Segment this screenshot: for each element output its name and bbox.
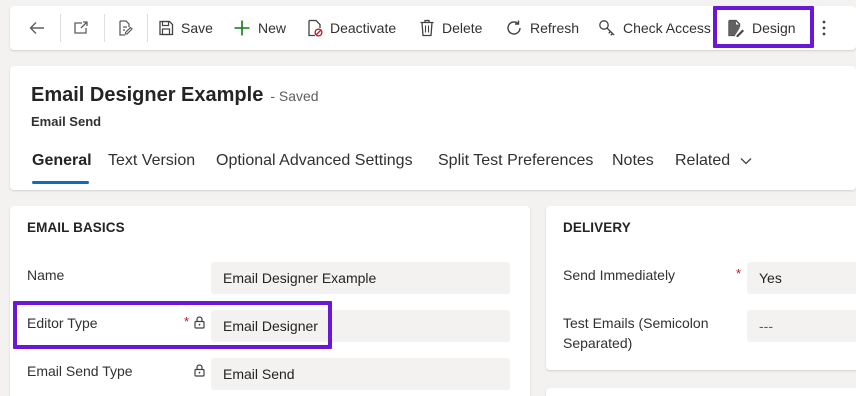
email-send-type-field: Email Send (211, 358, 510, 390)
deactivate-button[interactable]: Deactivate (307, 6, 396, 50)
trash-icon (419, 19, 435, 37)
send-immediately-field[interactable]: Yes (747, 262, 856, 294)
tab-text-version[interactable]: Text Version (108, 152, 195, 170)
design-icon (727, 19, 745, 37)
name-field-label: Name (27, 267, 65, 283)
more-commands-button[interactable] (820, 6, 828, 50)
email-basics-section: EMAIL BASICS Name Email Designer Example… (10, 206, 530, 396)
save-status: - Saved (270, 88, 319, 104)
delete-label: Delete (442, 20, 483, 36)
design-button[interactable]: Design (727, 6, 796, 50)
save-button[interactable]: Save (158, 6, 213, 50)
tab-split-test-preferences[interactable]: Split Test Preferences (438, 152, 593, 170)
tab-related-label: Related (675, 152, 731, 169)
section-title: EMAIL BASICS (27, 220, 125, 235)
chevron-down-icon (740, 152, 752, 170)
refresh-icon (505, 19, 523, 37)
record-title: Email Designer Example (31, 84, 264, 106)
refresh-button[interactable]: Refresh (505, 6, 579, 50)
delete-button[interactable]: Delete (419, 6, 482, 50)
deactivate-icon (307, 19, 323, 37)
more-vertical-icon (820, 19, 828, 37)
active-tab-indicator (32, 181, 89, 184)
new-label: New (258, 20, 287, 36)
test-emails-field[interactable]: --- (747, 310, 856, 342)
name-field[interactable]: Email Designer Example (211, 262, 510, 294)
save-icon (158, 20, 174, 36)
command-bar: Save New Deactivate Delete Refresh Check… (10, 6, 856, 50)
email-send-type-label: Email Send Type (27, 363, 133, 379)
test-emails-label: Test Emails (Semicolon Separated) (563, 313, 709, 353)
required-indicator: * (184, 314, 190, 329)
delivery-section: DELIVERY Send Immediately * Yes Test Ema… (546, 206, 856, 370)
tab-optional-advanced-settings[interactable]: Optional Advanced Settings (216, 152, 413, 170)
toolbar-divider (147, 14, 148, 42)
design-label: Design (752, 20, 796, 36)
toolbar-divider (104, 14, 105, 42)
new-button[interactable]: New (233, 6, 286, 50)
back-button[interactable] (28, 6, 46, 50)
lock-icon (194, 364, 205, 382)
tab-related[interactable]: Related (675, 152, 752, 170)
editor-type-field: Email Designer (211, 310, 510, 342)
tab-general[interactable]: General (32, 152, 92, 170)
entity-name: Email Send (31, 114, 102, 129)
editor-type-label: Editor Type (27, 315, 98, 331)
required-indicator: * (736, 266, 742, 281)
check-access-button[interactable]: Check Access (598, 6, 711, 50)
back-arrow-icon (28, 19, 46, 37)
next-section (546, 388, 856, 396)
refresh-label: Refresh (530, 20, 580, 36)
deactivate-label: Deactivate (330, 20, 397, 36)
toolbar-divider (60, 14, 61, 42)
form-edit-icon (116, 19, 134, 37)
open-in-new-window-button[interactable] (72, 6, 90, 50)
title-row: Email Designer Example - Saved (31, 84, 319, 107)
record-header: Email Designer Example - Saved Email Sen… (10, 66, 856, 190)
send-immediately-label: Send Immediately (563, 267, 676, 283)
check-access-label: Check Access (623, 20, 711, 36)
open-new-window-icon (72, 19, 90, 37)
test-emails-label-line1: Test Emails (Semicolon (563, 315, 709, 331)
check-access-icon (598, 19, 616, 37)
form-settings-button[interactable] (116, 6, 134, 50)
plus-icon (233, 19, 251, 37)
section-title: DELIVERY (563, 220, 631, 235)
save-label: Save (181, 20, 213, 36)
tab-notes[interactable]: Notes (612, 152, 654, 170)
lock-icon (194, 316, 205, 334)
test-emails-label-line2: Separated) (563, 335, 633, 351)
